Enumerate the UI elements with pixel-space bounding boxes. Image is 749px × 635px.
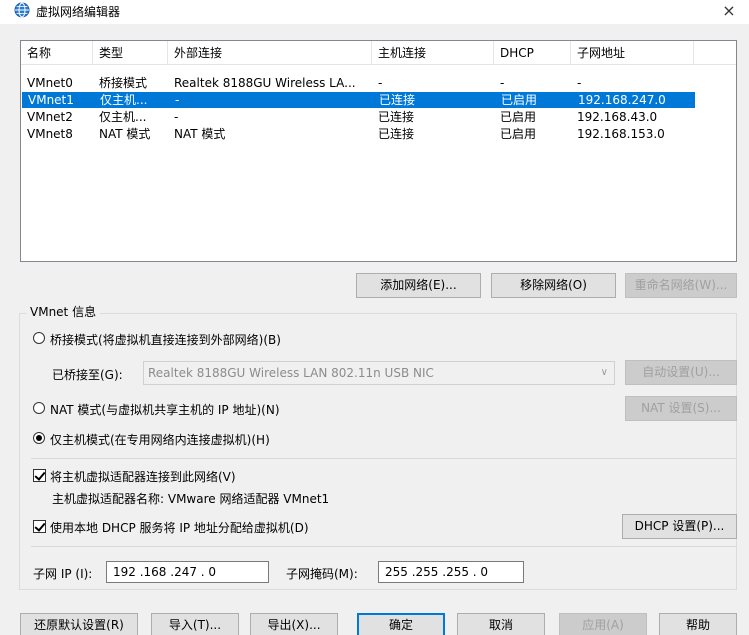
table-row[interactable]: VMnet8 NAT 模式 NAT 模式 已连接 已启用 192.168.153… xyxy=(21,126,736,142)
list-header: 名称 类型 外部连接 主机连接 DHCP 子网地址 xyxy=(21,41,736,65)
vmnet-info-group xyxy=(19,313,737,590)
rename-network-button[interactable]: 重命名网络(W)... xyxy=(625,273,737,298)
export-button[interactable]: 导出(X)... xyxy=(250,613,338,635)
network-list[interactable]: 名称 类型 外部连接 主机连接 DHCP 子网地址 VMnet0 桥接模式 Re… xyxy=(20,40,737,262)
divider xyxy=(31,458,737,459)
subnet-ip-label: 子网 IP (I): xyxy=(33,567,93,581)
close-button[interactable]: × xyxy=(717,0,741,24)
column-header-type[interactable]: 类型 xyxy=(93,41,168,65)
table-row[interactable]: VMnet0 桥接模式 Realtek 8188GU Wireless LA..… xyxy=(21,75,736,91)
subnet-ip-input[interactable]: 192 .168 .247 . 0 xyxy=(106,561,269,583)
auto-settings-button[interactable]: 自动设置(U)... xyxy=(625,360,737,385)
column-header-host[interactable]: 主机连接 xyxy=(372,41,494,65)
divider xyxy=(31,546,737,547)
connect-adapter-label[interactable]: 将主机虚拟适配器连接到此网络(V) xyxy=(50,468,236,485)
chevron-down-icon: ∨ xyxy=(600,367,608,378)
dhcp-settings-button[interactable]: DHCP 设置(P)... xyxy=(622,514,737,539)
nat-mode-label[interactable]: NAT 模式(与虚拟机共享主机的 IP 地址)(N) xyxy=(50,401,280,418)
column-header-dhcp[interactable]: DHCP xyxy=(494,41,571,65)
table-row-selected[interactable]: VMnet1 仅主机... - 已连接 已启用 192.168.247.0 xyxy=(22,92,695,108)
add-network-button[interactable]: 添加网络(E)... xyxy=(356,273,481,298)
adapter-name-text: 主机虚拟适配器名称: VMware 网络适配器 VMnet1 xyxy=(52,492,330,506)
use-dhcp-checkbox[interactable] xyxy=(33,520,46,533)
subnet-mask-input[interactable]: 255 .255 .255 . 0 xyxy=(378,561,524,583)
vmnet-info-title: VMnet 信息 xyxy=(26,303,101,320)
cancel-button[interactable]: 取消 xyxy=(457,613,545,635)
apply-button[interactable]: 应用(A) xyxy=(559,613,647,635)
host-only-mode-radio[interactable] xyxy=(33,432,45,444)
nat-mode-radio[interactable] xyxy=(33,402,45,414)
help-button[interactable]: 帮助 xyxy=(659,613,737,635)
subnet-mask-label: 子网掩码(M): xyxy=(286,567,358,581)
restore-defaults-button[interactable]: 还原默认设置(R) xyxy=(20,613,138,635)
import-button[interactable]: 导入(T)... xyxy=(151,613,239,635)
host-only-mode-label[interactable]: 仅主机模式(在专用网络内连接虚拟机)(H) xyxy=(50,431,270,448)
nat-settings-button[interactable]: NAT 设置(S)... xyxy=(625,396,737,421)
bridged-adapter-value: Realtek 8188GU Wireless LAN 802.11n USB … xyxy=(148,366,434,380)
bridged-adapter-select[interactable]: Realtek 8188GU Wireless LAN 802.11n USB … xyxy=(143,361,615,385)
title-bar: 虚拟网络编辑器 × xyxy=(0,0,749,24)
ok-button[interactable]: 确定 xyxy=(357,613,445,635)
column-header-subnet[interactable]: 子网地址 xyxy=(571,41,694,65)
connect-adapter-checkbox[interactable] xyxy=(33,469,46,482)
globe-icon xyxy=(14,2,30,18)
column-header-name[interactable]: 名称 xyxy=(21,41,93,65)
bridged-to-label: 已桥接至(G): xyxy=(52,368,123,382)
column-header-external[interactable]: 外部连接 xyxy=(168,41,372,65)
window-title: 虚拟网络编辑器 xyxy=(36,5,121,19)
remove-network-button[interactable]: 移除网络(O) xyxy=(491,273,616,298)
bridged-mode-radio[interactable] xyxy=(33,332,45,344)
use-dhcp-label[interactable]: 使用本地 DHCP 服务将 IP 地址分配给虚拟机(D) xyxy=(50,519,309,536)
bridged-mode-label[interactable]: 桥接模式(将虚拟机直接连接到外部网络)(B) xyxy=(50,331,281,348)
table-row[interactable]: VMnet2 仅主机... - 已连接 已启用 192.168.43.0 xyxy=(21,109,736,125)
